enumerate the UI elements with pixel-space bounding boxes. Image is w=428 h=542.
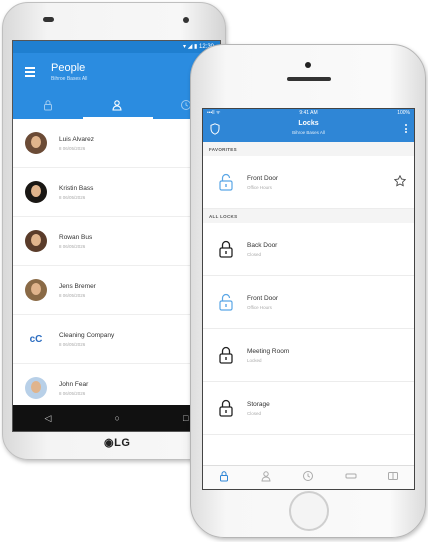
hamburger-menu-icon[interactable] — [25, 67, 35, 77]
device-icon — [387, 471, 398, 480]
lock-name: Front Door — [247, 294, 279, 302]
lock-name: Meeting Room — [247, 347, 290, 355]
more-options-icon[interactable] — [405, 124, 408, 135]
person-meta: 8 06/05/2026 — [59, 341, 86, 347]
lock-icon — [219, 399, 233, 417]
card-icon — [345, 473, 357, 478]
lock-row[interactable]: Front Door Office Hours — [203, 276, 414, 329]
lock-icon — [219, 346, 233, 364]
people-list: Luis Alvarez 8 06/05/2026 Kristin Bass 8… — [13, 119, 220, 413]
brand-logo: ◉LG — [104, 437, 131, 449]
section-header-favorites: FAVORITES — [203, 142, 414, 156]
signal-icon: ▾ ◢ ▮ — [183, 44, 199, 50]
unlocked-lock-icon — [219, 293, 233, 311]
page-title: Locks — [298, 120, 319, 127]
list-item[interactable]: Luis Alvarez 8 06/05/2026 — [13, 119, 220, 168]
person-meta: 8 06/05/2026 — [59, 390, 86, 396]
list-item[interactable]: Kristin Bass 8 06/05/2026 — [13, 168, 220, 217]
lock-row[interactable]: Back Door Closed — [203, 223, 414, 276]
avatar — [25, 279, 47, 301]
lock-state: Locked — [247, 357, 262, 363]
person-name: Jens Bremer — [59, 282, 96, 290]
front-camera — [183, 17, 189, 23]
person-icon — [261, 470, 271, 481]
unlocked-lock-icon — [219, 173, 233, 191]
page-subtitle: Bihroe Bases All — [51, 76, 88, 82]
earpiece-speaker — [287, 77, 331, 81]
person-name: Cleaning Company — [59, 331, 115, 339]
back-button[interactable]: ◁ — [45, 413, 52, 424]
lock-icon — [43, 100, 52, 111]
ios-nav-header: Locks Bihroe Bases All — [203, 118, 414, 142]
person-icon — [111, 100, 122, 111]
avatar — [25, 181, 47, 203]
lock-state: Closed — [247, 251, 262, 257]
lock-row-favorite[interactable]: Front Door Office Hours — [203, 156, 414, 209]
section-header-all-locks: ALL LOCKS — [203, 209, 414, 223]
home-button[interactable] — [289, 491, 329, 531]
lock-name: Storage — [247, 400, 270, 408]
iphone: •••ll ᯤ 9:41 AM 100% Locks Bihroe Bases … — [190, 44, 426, 538]
person-meta: 8 06/05/2026 — [59, 243, 86, 249]
tab-people[interactable] — [82, 91, 151, 119]
avatar — [25, 377, 47, 399]
star-icon[interactable] — [394, 175, 406, 187]
android-status-bar: ▾ ◢ ▮ 12:30 — [13, 41, 220, 53]
ios-status-bar: •••ll ᯤ 9:41 AM 100% — [203, 109, 414, 118]
person-meta: 8 06/05/2026 — [59, 292, 86, 298]
recent-apps-button[interactable]: □ — [183, 413, 188, 423]
lock-icon — [220, 470, 229, 481]
person-meta: 8 06/05/2026 — [59, 194, 86, 200]
lock-state: Office Hours — [247, 184, 272, 190]
avatar — [25, 132, 47, 154]
lock-row[interactable]: Meeting Room Locked — [203, 329, 414, 382]
home-button[interactable]: ○ — [115, 413, 120, 423]
lock-row[interactable]: Storage Closed — [203, 382, 414, 435]
lock-name: Back Door — [247, 241, 278, 249]
lock-state: Office Hours — [247, 304, 272, 310]
ios-tab-bar — [203, 465, 414, 489]
page-subtitle: Bihroe Bases All — [292, 130, 325, 135]
person-name: John Fear — [59, 380, 89, 388]
tab-people[interactable] — [260, 469, 272, 487]
lock-name: Front Door — [247, 174, 279, 182]
tab-locks[interactable] — [13, 91, 82, 119]
list-item[interactable]: cC Cleaning Company 8 06/05/2026 — [13, 315, 220, 364]
person-name: Kristin Bass — [59, 184, 94, 192]
front-camera — [305, 62, 311, 68]
page-title: People — [51, 62, 86, 74]
tab-locks[interactable] — [218, 469, 230, 487]
tab-keys[interactable] — [345, 469, 357, 487]
earpiece-speaker — [43, 17, 54, 22]
person-meta: 8 06/05/2026 — [59, 145, 86, 151]
person-name: Rowan Bus — [59, 233, 93, 241]
lock-icon — [219, 240, 233, 258]
status-time: 9:41 AM — [299, 110, 318, 116]
avatar — [25, 230, 47, 252]
lock-state: Closed — [247, 410, 262, 416]
android-app-bar: People Bihroe Bases All — [13, 53, 220, 91]
list-item[interactable]: Jens Bremer 8 06/05/2026 — [13, 266, 220, 315]
list-item[interactable]: Rowan Bus 8 06/05/2026 — [13, 217, 220, 266]
tab-devices[interactable] — [387, 469, 399, 487]
history-icon — [303, 470, 314, 481]
tab-history[interactable] — [302, 469, 314, 487]
company-logo-icon: cC — [29, 333, 43, 345]
android-tab-bar — [13, 91, 220, 119]
person-name: Luis Alvarez — [59, 135, 95, 143]
battery-indicator: 100% — [397, 110, 410, 116]
android-nav-bar: ◁ ○ □ — [13, 405, 220, 431]
iphone-screen: •••ll ᯤ 9:41 AM 100% Locks Bihroe Bases … — [202, 108, 415, 490]
